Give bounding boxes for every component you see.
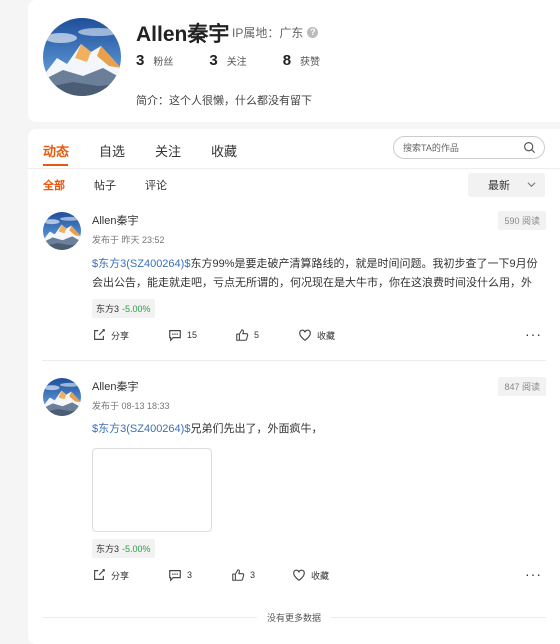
more-options-icon[interactable]: ··· [525, 326, 542, 342]
stock-tag-name: 东方3 [96, 304, 120, 314]
heart-icon [293, 569, 305, 581]
stock-link[interactable]: $东方3(SZ400264)$ [92, 258, 190, 270]
active-tab-indicator [43, 164, 68, 166]
view-count: 847 阅读 [498, 377, 546, 396]
like-button[interactable]: 3 [231, 568, 292, 582]
feed-card: 动态 自选 关注 收藏 全部 帖子 评论 最新 Allen秦宇 发布于 昨天 2… [28, 129, 560, 644]
favorite-label: 收藏 [317, 330, 336, 341]
stat-number: 3 [209, 52, 218, 69]
subtab-comments[interactable]: 评论 [145, 177, 167, 193]
sub-tabs: 全部 帖子 评论 [43, 177, 196, 193]
like-button[interactable]: 5 [235, 328, 298, 342]
ip-location: IP属地：广东 ? [232, 24, 319, 41]
post-avatar[interactable] [43, 378, 81, 416]
main-tabs: 动态 自选 关注 收藏 [43, 141, 267, 160]
tab-activity[interactable]: 动态 [43, 141, 69, 160]
stock-tag[interactable]: 东方3 -5.00% [92, 539, 155, 558]
post-time: 发布于 08-13 18:33 [92, 401, 170, 411]
tab-following[interactable]: 关注 [155, 141, 181, 160]
username: Allen秦宇 [136, 23, 230, 46]
ip-location-label: IP属地：广东 [232, 26, 304, 40]
post-time: 发布于 昨天 23:52 [92, 235, 165, 245]
feed-end: 没有更多数据 [42, 609, 546, 625]
sort-label: 最新 [488, 180, 510, 192]
search-input[interactable] [403, 142, 523, 153]
post-author[interactable]: Allen秦宇 [92, 212, 138, 228]
stat-likes: 8 获赞 [283, 52, 320, 69]
tab-watchlist[interactable]: 自选 [99, 141, 125, 160]
favorite-button[interactable]: 收藏 [292, 568, 329, 582]
more-options-icon[interactable]: ··· [525, 566, 542, 582]
stat-following[interactable]: 3 关注 [209, 52, 246, 69]
post-author[interactable]: Allen秦宇 [92, 378, 138, 394]
search-icon[interactable] [523, 141, 536, 154]
post: Allen秦宇 发布于 昨天 23:52 590 阅读 $东方3(SZ40026… [28, 211, 560, 361]
tab-favorites[interactable]: 收藏 [211, 141, 237, 160]
stat-number: 3 [136, 52, 145, 69]
thumbs-up-icon [236, 329, 249, 341]
share-button[interactable]: 分享 [92, 328, 168, 342]
avatar[interactable] [43, 18, 121, 96]
comment-icon [169, 330, 181, 342]
help-icon[interactable]: ? [307, 27, 319, 38]
favorite-label: 收藏 [311, 570, 330, 581]
favorite-button[interactable]: 收藏 [298, 328, 335, 342]
stock-tag-change: -5.00% [122, 304, 151, 314]
stat-number: 8 [282, 52, 292, 69]
stat-label: 粉丝 [153, 57, 174, 68]
profile-stats: 3 粉丝 3 关注 8 获赞 [136, 52, 356, 69]
post-actions: 分享 3 3 收藏 ··· [92, 566, 546, 582]
post: Allen秦宇 发布于 08-13 18:33 847 阅读 $东方3(SZ40… [28, 377, 560, 592]
no-more-data: 没有更多数据 [256, 611, 332, 624]
comment-icon [169, 570, 181, 582]
post-image[interactable] [92, 448, 212, 532]
stat-followers[interactable]: 3 粉丝 [136, 52, 173, 69]
share-icon [94, 329, 105, 340]
post-text: 兄弟们先出了，外面疯牛， [190, 423, 323, 435]
post-avatar[interactable] [43, 212, 81, 250]
stat-label: 关注 [226, 57, 247, 68]
divider [42, 360, 546, 361]
comment-count: 15 [187, 330, 198, 340]
like-count: 3 [250, 570, 256, 580]
share-label: 分享 [111, 330, 130, 341]
divider [28, 168, 560, 169]
comment-button[interactable]: 3 [168, 568, 231, 582]
bio: 简介：这个人很懒，什么都没有留下 [136, 95, 312, 107]
like-count: 5 [254, 330, 260, 340]
share-label: 分享 [111, 570, 130, 581]
sort-dropdown[interactable]: 最新 [468, 173, 545, 197]
post-content[interactable]: $东方3(SZ400264)$兄弟们先出了，外面疯牛， [92, 420, 546, 440]
view-count: 590 阅读 [498, 211, 546, 230]
post-actions: 分享 15 5 收藏 ··· [92, 326, 546, 342]
thumbs-up-icon [232, 569, 245, 581]
comment-button[interactable]: 15 [168, 328, 235, 342]
stock-link[interactable]: $东方3(SZ400264)$ [92, 423, 190, 435]
subtab-posts[interactable]: 帖子 [94, 177, 116, 193]
post-content[interactable]: $东方3(SZ400264)$东方99%是要走破产清算路线的，就是时间问题。我初… [92, 255, 546, 293]
profile-card: Allen秦宇 IP属地：广东 ? 3 粉丝 3 关注 8 获赞 简介：这个人很… [28, 0, 560, 122]
chevron-down-icon [527, 182, 536, 188]
stat-label: 获赞 [300, 57, 321, 68]
stock-tag[interactable]: 东方3 -5.00% [92, 299, 155, 318]
subtab-all[interactable]: 全部 [43, 177, 65, 193]
stock-tag-change: -5.00% [122, 544, 151, 554]
share-button[interactable]: 分享 [92, 568, 168, 582]
share-icon [94, 569, 105, 580]
heart-icon [299, 329, 311, 341]
stock-tag-name: 东方3 [96, 544, 120, 554]
search-box[interactable] [393, 136, 545, 159]
comment-count: 3 [187, 570, 193, 580]
